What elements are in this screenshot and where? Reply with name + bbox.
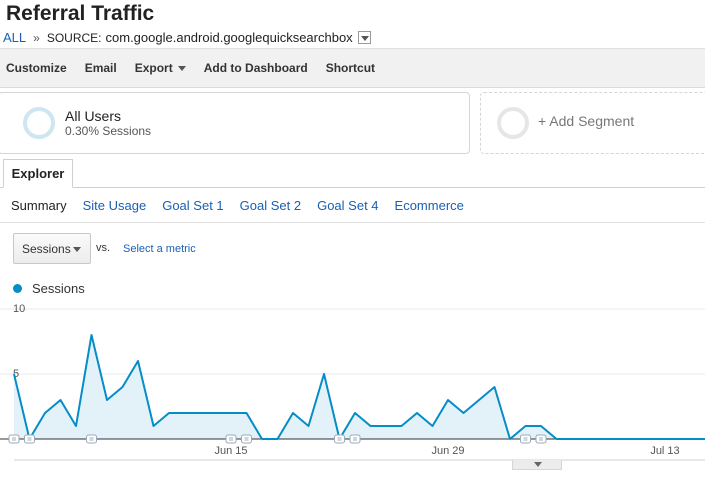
subtab-goal-set-2[interactable]: Goal Set 2 [240, 198, 301, 213]
shortcut-label: Shortcut [325, 61, 376, 75]
segment-all-users[interactable]: All Users 0.30% Sessions [0, 92, 470, 154]
annotation-marker [349, 434, 361, 444]
segment-ring-icon [497, 107, 529, 139]
add-to-dashboard-button[interactable]: Add to Dashboard [204, 61, 308, 75]
metric-select-value: Sessions [22, 241, 71, 256]
x-tick-label: Jun 15 [214, 445, 247, 457]
add-to-dashboard-label: Add to Dashboard [203, 61, 308, 75]
chart-legend: Sessions [13, 281, 85, 296]
select-metric-link[interactable]: Select a metric [123, 243, 196, 255]
source-label: SOURCE: [46, 30, 102, 45]
export-button[interactable]: Export [135, 61, 186, 75]
segment-ring-icon [23, 107, 55, 139]
annotation-marker [535, 434, 547, 444]
add-segment-card[interactable]: + Add Segment [480, 92, 705, 154]
tab-explorer[interactable]: Explorer [3, 159, 73, 188]
metric-select[interactable]: Sessions [13, 233, 91, 264]
annotation-marker [24, 434, 35, 444]
subtab-summary[interactable]: Summary [11, 198, 67, 213]
chevron-down-icon [177, 65, 186, 71]
subtab-goal-set-1[interactable]: Goal Set 1 [162, 198, 223, 213]
legend-series-name: Sessions [32, 281, 85, 296]
segment-detail: 0.30% Sessions [65, 124, 152, 138]
report-toolbar: Customize Email Export Add to Dashboard … [0, 48, 705, 88]
sessions-chart[interactable]: 10 5 Jun 15 Jun 29 Jul 13 [0, 296, 705, 461]
customize-label: Customize [6, 61, 67, 75]
shortcut-button[interactable]: Shortcut [326, 61, 375, 75]
tab-divider [0, 187, 705, 188]
explorer-subtabs: Summary Site Usage Goal Set 1 Goal Set 2… [11, 198, 480, 213]
subtab-ecommerce[interactable]: Ecommerce [395, 198, 464, 213]
export-label: Export [134, 61, 173, 75]
source-dropdown-icon[interactable] [357, 31, 371, 44]
vs-label: vs. [96, 242, 111, 254]
chevron-down-icon [73, 247, 81, 252]
y-tick-label: 5 [13, 368, 19, 380]
subtab-site-usage[interactable]: Site Usage [83, 198, 147, 213]
series-dot-icon [13, 284, 22, 293]
breadcrumb-all-link[interactable]: ALL [3, 30, 26, 45]
subtab-goal-set-4[interactable]: Goal Set 4 [317, 198, 378, 213]
subtab-divider [0, 222, 705, 223]
annotation-marker [241, 434, 252, 444]
breadcrumb: ALL » SOURCE: com.google.android.googleq… [3, 30, 371, 45]
add-segment-label: + Add Segment [538, 113, 635, 129]
x-tick-label: Jun 29 [431, 445, 464, 457]
series-area [14, 335, 705, 439]
annotation-marker [86, 434, 97, 444]
y-tick-label: 10 [13, 303, 25, 315]
customize-button[interactable]: Customize [6, 61, 67, 75]
x-tick-label: Jul 13 [650, 445, 679, 457]
segment-name: All Users [65, 108, 122, 124]
page-title: Referral Traffic [6, 2, 155, 25]
chart-expand-handle[interactable] [512, 460, 562, 470]
email-label: Email [84, 61, 117, 75]
annotation-marker [334, 434, 345, 444]
annotation-marker [520, 434, 531, 444]
email-button[interactable]: Email [85, 61, 117, 75]
annotation-marker [225, 434, 237, 444]
annotation-marker [8, 434, 20, 444]
breadcrumb-separator: » [33, 30, 40, 45]
source-value: com.google.android.googlequicksearchbox [105, 30, 353, 45]
